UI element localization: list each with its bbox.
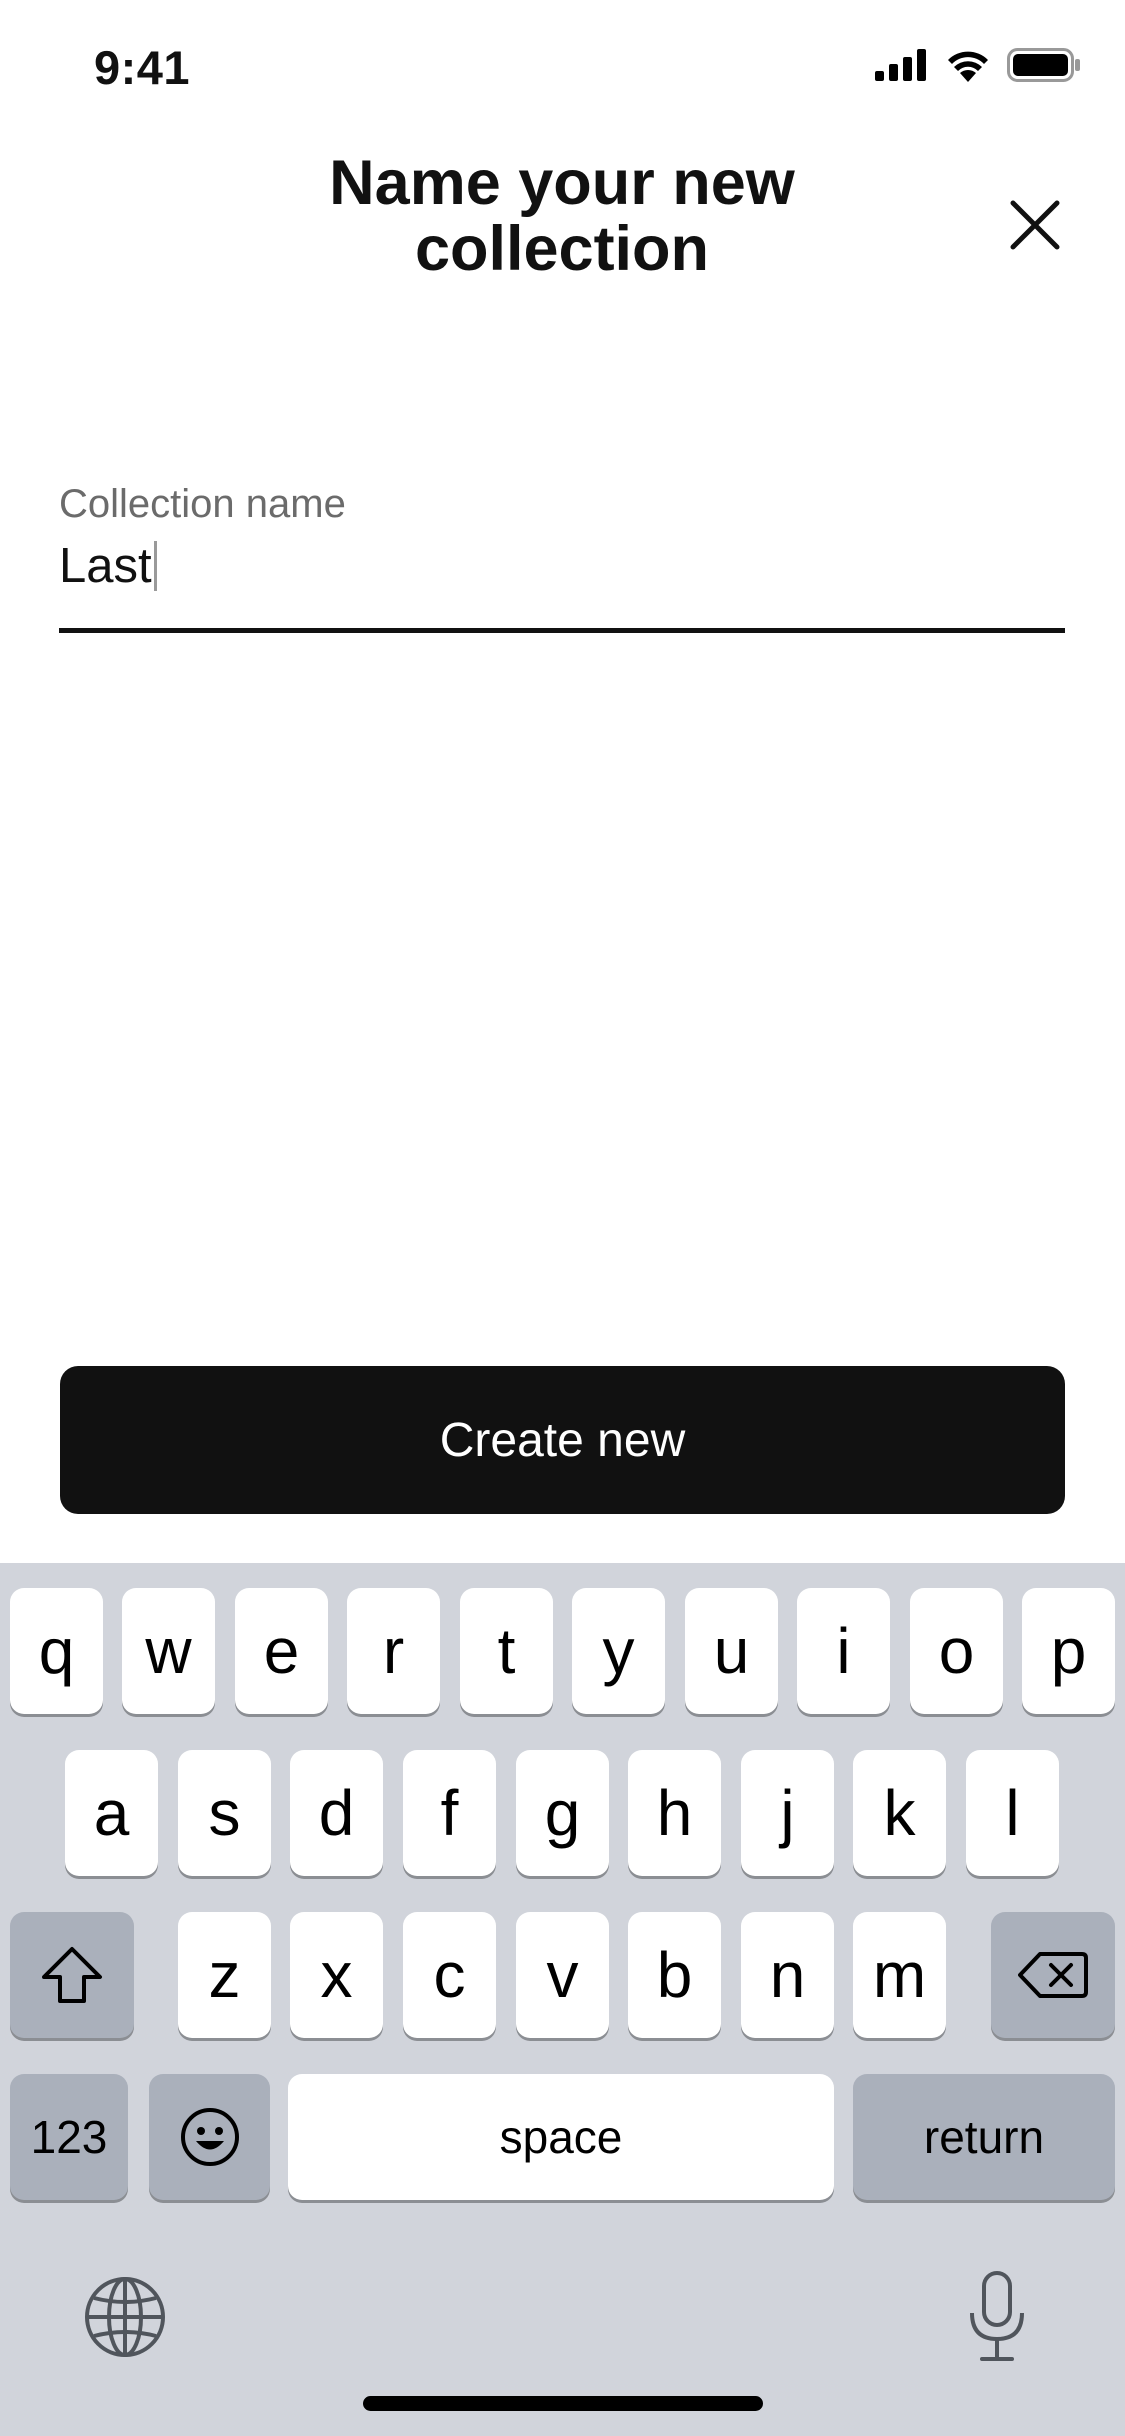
key-u[interactable]: u [685,1588,778,1714]
key-b[interactable]: b [628,1912,721,2038]
key-h[interactable]: h [628,1750,721,1876]
microphone-icon [970,2271,1024,2361]
page-title: Name your new collection [329,148,795,284]
collection-name-label: Collection name [59,482,346,526]
delete-key[interactable] [991,1912,1115,2038]
collection-name-input[interactable]: Last [59,534,1065,598]
key-e[interactable]: e [235,1588,328,1714]
shift-key[interactable] [10,1912,134,2038]
numbers-key[interactable]: 123 [10,2074,128,2200]
wifi-icon [948,51,988,82]
key-s[interactable]: s [178,1750,271,1876]
collection-name-value: Last [59,539,152,593]
collection-name-field[interactable]: Collection name Last [59,480,1065,633]
home-indicator [363,2396,763,2411]
key-y[interactable]: y [572,1588,665,1714]
close-button[interactable] [1000,190,1070,260]
key-i[interactable]: i [797,1588,890,1714]
key-g[interactable]: g [516,1750,609,1876]
delete-icon [1018,1952,1088,1998]
key-v[interactable]: v [516,1912,609,2038]
globe-icon [85,2277,165,2357]
globe-button[interactable] [82,2274,168,2360]
key-x[interactable]: x [290,1912,383,2038]
key-m[interactable]: m [853,1912,946,2038]
key-p[interactable]: p [1022,1588,1115,1714]
field-underline [59,628,1065,633]
key-j[interactable]: j [741,1750,834,1876]
key-o[interactable]: o [910,1588,1003,1714]
shift-icon [42,1947,102,2003]
cellular-signal-icon [875,49,926,81]
key-d[interactable]: d [290,1750,383,1876]
key-t[interactable]: t [460,1588,553,1714]
key-c[interactable]: c [403,1912,496,2038]
emoji-icon [180,2108,239,2166]
key-l[interactable]: l [966,1750,1059,1876]
return-key[interactable]: return [853,2074,1115,2200]
keyboard: q w e r t y u i o p a s d f g h j k l z … [0,1563,1125,2436]
key-n[interactable]: n [741,1912,834,2038]
microphone-button[interactable] [962,2269,1032,2365]
key-w[interactable]: w [122,1588,215,1714]
battery-icon [1007,48,1080,82]
key-f[interactable]: f [403,1750,496,1876]
space-key[interactable]: space [288,2074,834,2200]
key-a[interactable]: a [65,1750,158,1876]
status-time: 9:41 [94,41,191,94]
text-caret [153,541,157,591]
key-q[interactable]: q [10,1588,103,1714]
close-icon [1010,200,1060,250]
create-new-button[interactable]: Create new [60,1366,1065,1514]
key-r[interactable]: r [347,1588,440,1714]
key-z[interactable]: z [178,1912,271,2038]
status-icons [875,48,1081,82]
key-k[interactable]: k [853,1750,946,1876]
emoji-key[interactable] [149,2074,270,2200]
